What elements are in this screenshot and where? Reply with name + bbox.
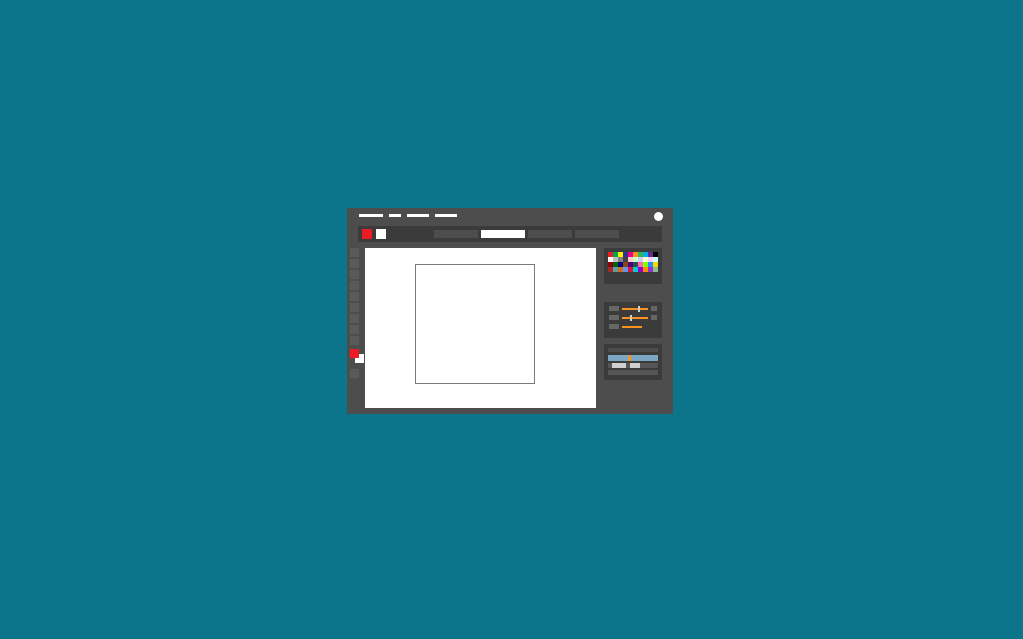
menu-item-2[interactable] [407,214,429,217]
option-tab-2[interactable] [528,230,572,238]
slider-row-0 [609,306,657,311]
titlebar [347,208,673,224]
artboard[interactable] [415,264,535,384]
foreground-color-swatch[interactable] [350,349,359,358]
menu-bar [359,214,457,217]
canvas[interactable] [365,248,596,408]
option-tab-0[interactable] [434,230,478,238]
slider-value-0 [651,306,657,311]
timeline-track-2[interactable] [608,370,658,375]
option-foreground-swatch[interactable] [362,229,372,239]
option-tab-3[interactable] [575,230,619,238]
timeline-ruler[interactable] [608,355,658,361]
tool-slot-2[interactable] [350,270,359,279]
slider-label-0 [609,306,619,311]
slider-thumb-1[interactable] [630,315,632,321]
tool-slot-extra[interactable] [350,369,359,378]
timeline-clip-1[interactable] [630,363,640,368]
timeline-track[interactable] [608,363,658,368]
fg-bg-swatch[interactable] [350,349,364,363]
timeline-panel [604,344,662,380]
tool-slot-5[interactable] [350,303,359,312]
swatches-panel [604,248,662,284]
playhead[interactable] [628,355,631,361]
close-button[interactable] [654,212,663,221]
slider-value-1 [651,315,657,320]
slider-track-0[interactable] [622,308,648,310]
menu-item-3[interactable] [435,214,457,217]
tool-palette [350,248,361,378]
tool-slot-1[interactable] [350,259,359,268]
tool-slot-8[interactable] [350,336,359,345]
option-tab-1[interactable] [481,230,525,238]
swatch-39[interactable] [653,267,658,272]
tool-slot-3[interactable] [350,281,359,290]
adjust-panel [604,302,662,338]
timeline-header [608,348,658,352]
tool-slot-4[interactable] [350,292,359,301]
timeline-clip-0[interactable] [612,363,626,368]
tool-slot-6[interactable] [350,314,359,323]
slider-thumb-0[interactable] [638,306,640,312]
tool-slot-0[interactable] [350,248,359,257]
slider-label-extra [609,324,619,329]
tool-slot-7[interactable] [350,325,359,334]
option-background-swatch[interactable] [376,229,386,239]
slider-track-extra[interactable] [622,326,642,328]
options-bar [358,226,662,242]
app-window [347,208,673,414]
menu-item-1[interactable] [389,214,401,217]
menu-item-0[interactable] [359,214,383,217]
slider-track-1[interactable] [622,317,648,319]
slider-row-1 [609,315,657,320]
slider-label-1 [609,315,619,320]
